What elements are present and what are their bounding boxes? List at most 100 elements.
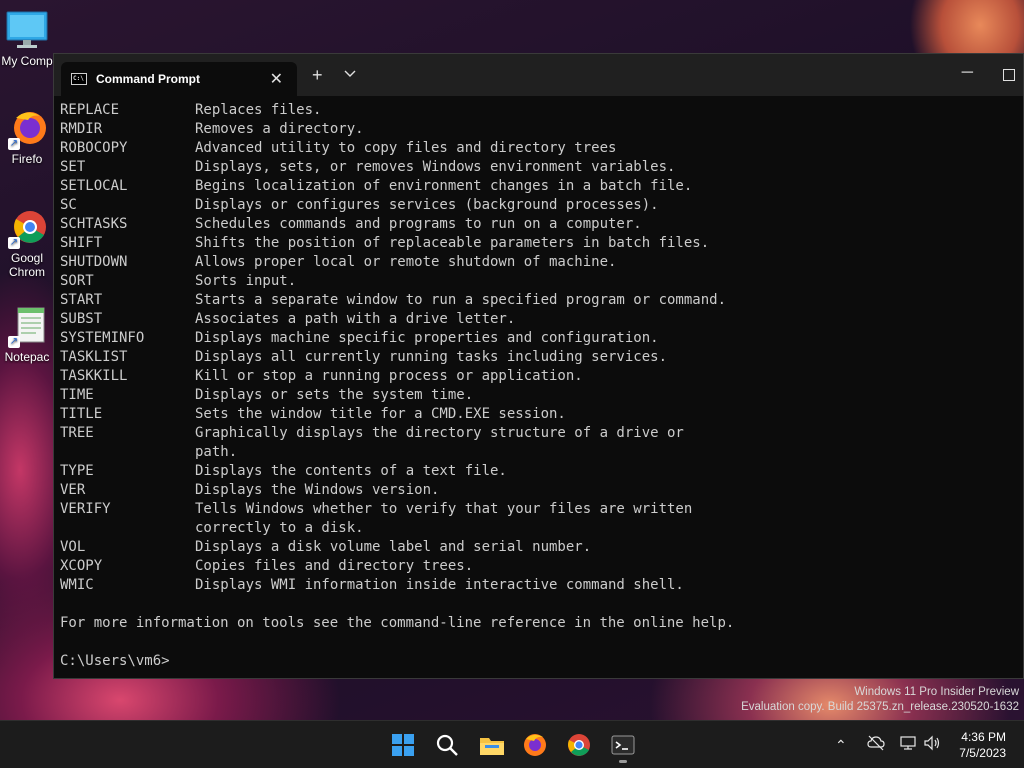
cmd-icon: C:\ bbox=[71, 73, 87, 85]
command-description: Starts a separate window to run a specif… bbox=[195, 292, 727, 308]
search-icon[interactable] bbox=[435, 733, 459, 757]
computer-icon bbox=[6, 10, 48, 52]
command-name: WMIC bbox=[60, 577, 94, 593]
command-name: SHIFT bbox=[60, 235, 103, 251]
command-description: Allows proper local or remote shutdown o… bbox=[195, 254, 617, 270]
console-line: SHIFT Shifts the position of replaceable … bbox=[60, 234, 1023, 253]
command-description: Displays all currently running tasks inc… bbox=[195, 349, 668, 365]
firefox-icon[interactable] bbox=[523, 733, 547, 757]
minimize-button[interactable]: ─ bbox=[962, 64, 973, 82]
desktop-icon-notepad[interactable]: ↗ Notepac bbox=[0, 306, 54, 364]
command-description: Removes a directory. bbox=[195, 121, 364, 137]
command-description: Copies files and directory trees. bbox=[195, 558, 474, 574]
console-line: START Starts a separate window to run a s… bbox=[60, 291, 1023, 310]
notepad-icon: ↗ bbox=[6, 306, 48, 348]
close-tab-icon[interactable]: ✕ bbox=[270, 69, 283, 89]
chevron-up-icon[interactable]: ⌃ bbox=[835, 737, 847, 754]
console-line: correctly to a disk. bbox=[60, 519, 1023, 538]
command-description: Sorts input. bbox=[195, 273, 297, 289]
command-name: SHUTDOWN bbox=[60, 254, 128, 270]
running-indicator bbox=[619, 760, 627, 763]
desktop-icon-chrome[interactable]: ↗ Googl Chrom bbox=[0, 207, 54, 279]
console-line: ROBOCOPY Advanced utility to copy files a… bbox=[60, 139, 1023, 158]
command-description: Associates a path with a drive letter. bbox=[195, 311, 516, 327]
command-name: For more information on tools see the co… bbox=[60, 615, 735, 631]
command-name: VOL bbox=[60, 539, 86, 555]
clock[interactable]: 4:36 PM 7/5/2023 bbox=[959, 729, 1006, 761]
new-tab-button[interactable]: + bbox=[312, 65, 323, 86]
command-description: Graphically displays the directory struc… bbox=[195, 425, 684, 441]
start-icon[interactable] bbox=[391, 733, 415, 757]
command-description: correctly to a disk. bbox=[195, 520, 364, 536]
clock-date: 7/5/2023 bbox=[959, 746, 1006, 760]
console-line: XCOPY Copies files and directory trees. bbox=[60, 557, 1023, 576]
command-name: ROBOCOPY bbox=[60, 140, 128, 156]
command-name: TASKKILL bbox=[60, 368, 128, 384]
command-name: TIME bbox=[60, 387, 94, 403]
chrome-icon: ↗ bbox=[6, 207, 48, 249]
console-line: SUBST Associates a path with a drive lett… bbox=[60, 310, 1023, 329]
shortcut-arrow-icon: ↗ bbox=[8, 138, 20, 150]
desktop-icon-label: Googl Chrom bbox=[8, 251, 45, 279]
command-name: SCHTASKS bbox=[60, 216, 128, 232]
chevron-down-icon[interactable] bbox=[344, 66, 356, 81]
command-description: Tells Windows whether to verify that you… bbox=[195, 501, 693, 517]
command-name: TASKLIST bbox=[60, 349, 128, 365]
command-name: SETLOCAL bbox=[60, 178, 128, 194]
tab-command-prompt[interactable]: C:\ Command Prompt ✕ bbox=[61, 62, 297, 96]
title-bar[interactable]: C:\ Command Prompt ✕ + ─ bbox=[54, 54, 1023, 96]
command-description: Displays a disk volume label and serial … bbox=[195, 539, 592, 555]
console-output[interactable]: REPLACE Replaces files. RMDIR Removes a dir… bbox=[60, 101, 1023, 678]
console-line: SC Displays or configures services (backg… bbox=[60, 196, 1023, 215]
terminal-window: C:\ Command Prompt ✕ + ─ REPLACE Replaces… bbox=[53, 53, 1024, 679]
maximize-button[interactable] bbox=[1003, 69, 1015, 81]
console-line: SET Displays, sets, or removes Windows en… bbox=[60, 158, 1023, 177]
command-name: RMDIR bbox=[60, 121, 103, 137]
console-line: SETLOCAL Begins localization of environme… bbox=[60, 177, 1023, 196]
tab-title: Command Prompt bbox=[96, 72, 201, 86]
console-line: path. bbox=[60, 443, 1023, 462]
console-line: RMDIR Removes a directory. bbox=[60, 120, 1023, 139]
network-icon[interactable] bbox=[899, 735, 917, 754]
desktop-icon-label: Firefo bbox=[11, 152, 43, 166]
evaluation-watermark: Windows 11 Pro Insider Preview Evaluatio… bbox=[741, 685, 1019, 715]
console-line: TYPE Displays the contents of a text file… bbox=[60, 462, 1023, 481]
console-line: TASKKILL Kill or stop a running process o… bbox=[60, 367, 1023, 386]
cloud-offline-icon[interactable] bbox=[867, 735, 885, 754]
console-line: SHUTDOWN Allows proper local or remote sh… bbox=[60, 253, 1023, 272]
chrome-icon[interactable] bbox=[567, 733, 591, 757]
command-name: START bbox=[60, 292, 103, 308]
command-description: Displays or sets the system time. bbox=[195, 387, 474, 403]
command-name: SORT bbox=[60, 273, 94, 289]
volume-icon[interactable] bbox=[923, 735, 941, 754]
command-description: Begins localization of environment chang… bbox=[195, 178, 693, 194]
desktop-icon-my-computer[interactable]: My Comp bbox=[0, 10, 54, 68]
console-line: VOL Displays a disk volume label and seri… bbox=[60, 538, 1023, 557]
command-name: SYSTEMINFO bbox=[60, 330, 145, 346]
terminal-icon[interactable] bbox=[611, 733, 635, 763]
command-description: Kill or stop a running process or applic… bbox=[195, 368, 583, 384]
command-name: C:\Users\vm6> bbox=[60, 653, 170, 669]
command-description: Sets the window title for a CMD.EXE sess… bbox=[195, 406, 566, 422]
command-description: Displays machine specific properties and… bbox=[195, 330, 659, 346]
desktop-icon-label: My Comp bbox=[1, 54, 53, 68]
firefox-icon: ↗ bbox=[6, 108, 48, 150]
desktop-icon-label: Notepac bbox=[4, 350, 50, 364]
desktop-icon-firefox[interactable]: ↗ Firefo bbox=[0, 108, 54, 166]
file-explorer-icon[interactable] bbox=[479, 733, 504, 757]
command-name: TITLE bbox=[60, 406, 103, 422]
command-description: Displays or configures services (backgro… bbox=[195, 197, 659, 213]
command-description: Displays the contents of a text file. bbox=[195, 463, 507, 479]
command-description: Shifts the position of replaceable param… bbox=[195, 235, 710, 251]
command-name: VERIFY bbox=[60, 501, 111, 517]
watermark-line-2: Evaluation copy. Build 25375.zn_release.… bbox=[741, 701, 1019, 713]
console-line: REPLACE Replaces files. bbox=[60, 101, 1023, 120]
command-name: SET bbox=[60, 159, 86, 175]
command-description: Replaces files. bbox=[195, 102, 322, 118]
console-line: For more information on tools see the co… bbox=[60, 614, 1023, 633]
console-line: VERIFY Tells Windows whether to verify th… bbox=[60, 500, 1023, 519]
console-line: TIME Displays or sets the system time. bbox=[60, 386, 1023, 405]
taskbar: ⌃ 4:36 PM 7/5/2023 bbox=[0, 720, 1024, 768]
console-line: TITLE Sets the window title for a CMD.EXE… bbox=[60, 405, 1023, 424]
